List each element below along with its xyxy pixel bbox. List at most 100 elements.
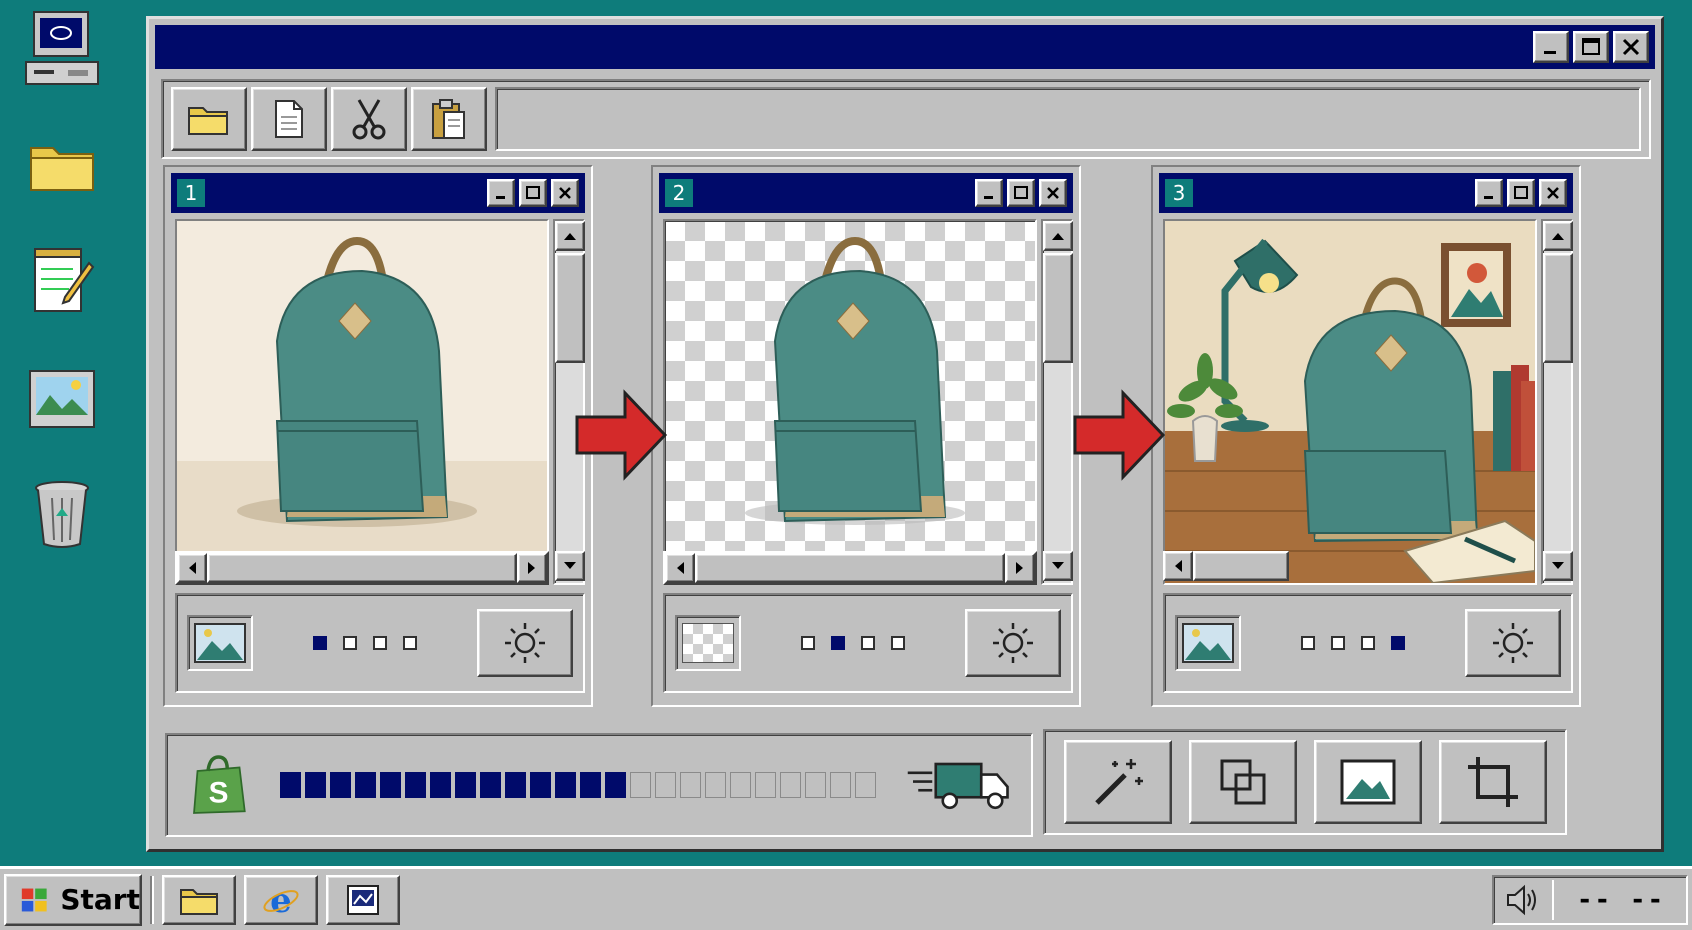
magic-wand-button[interactable] — [1063, 740, 1172, 824]
close-icon — [1622, 38, 1640, 56]
taskbar-image-viewer-button[interactable] — [326, 874, 400, 925]
backpack-cutout-image — [745, 236, 965, 525]
scroll-down-button[interactable] — [555, 551, 585, 581]
scroll-thumb[interactable] — [1043, 253, 1073, 363]
maximize-icon — [1014, 186, 1028, 199]
crop-button[interactable] — [1438, 740, 1547, 824]
scroll-right-button[interactable] — [517, 553, 547, 583]
scroll-thumb[interactable] — [695, 553, 1005, 583]
step-dot[interactable] — [1301, 636, 1315, 650]
layers-icon — [1220, 759, 1265, 805]
scroll-thumb[interactable] — [207, 553, 517, 583]
progress-segment — [430, 772, 451, 798]
progress-segment — [480, 772, 501, 798]
step-dot[interactable] — [831, 636, 845, 650]
step-dot[interactable] — [801, 636, 815, 650]
delivery-truck-icon — [907, 762, 1009, 810]
step-dot[interactable] — [1391, 636, 1405, 650]
panel-minimize-button[interactable] — [487, 179, 515, 207]
scroll-up-button[interactable] — [555, 221, 585, 251]
step-dot[interactable] — [373, 636, 387, 650]
window-titlebar[interactable] — [155, 25, 1655, 69]
panel-close-button[interactable] — [551, 179, 579, 207]
scroll-left-button[interactable] — [1163, 551, 1193, 581]
transparency-thumbnail-button[interactable] — [675, 615, 741, 671]
scroll-thumb[interactable] — [1193, 551, 1289, 581]
arrow-left-icon — [189, 562, 196, 574]
step-indicator — [253, 636, 477, 650]
close-button[interactable] — [1613, 31, 1649, 63]
arrow-up-icon — [1052, 233, 1064, 240]
progress-segment — [705, 772, 726, 798]
panel-3: 3 — [1151, 165, 1581, 707]
panel-close-button[interactable] — [1039, 179, 1067, 207]
step-dot[interactable] — [861, 636, 875, 650]
panel-2-titlebar[interactable]: 2 — [659, 173, 1073, 213]
panel-close-button[interactable] — [1539, 179, 1567, 207]
volume-icon[interactable] — [1504, 884, 1540, 916]
vertical-scrollbar[interactable] — [1041, 219, 1073, 585]
new-document-button[interactable] — [251, 87, 327, 151]
panel-3-titlebar[interactable]: 3 — [1159, 173, 1573, 213]
layers-button[interactable] — [1188, 740, 1297, 824]
start-button[interactable]: Start — [4, 873, 142, 926]
open-folder-button[interactable] — [171, 87, 247, 151]
progress-segment — [355, 772, 376, 798]
next-step-arrow-icon — [1073, 389, 1166, 481]
horizontal-scrollbar[interactable] — [1163, 551, 1537, 585]
panel-minimize-button[interactable] — [1475, 179, 1503, 207]
arrow-left-icon — [677, 562, 684, 574]
panel-1-titlebar[interactable]: 1 — [171, 173, 585, 213]
step-dot[interactable] — [403, 636, 417, 650]
tray-separator — [1552, 879, 1554, 920]
panel-maximize-button[interactable] — [1007, 179, 1035, 207]
progress-segment — [630, 772, 651, 798]
notepad-icon[interactable] — [22, 240, 102, 320]
taskbar-browser-button[interactable]: e — [244, 874, 318, 925]
maximize-icon — [526, 186, 540, 199]
my-computer-icon[interactable] — [22, 8, 102, 88]
panel-footer — [663, 593, 1073, 693]
cut-button[interactable] — [331, 87, 407, 151]
scroll-down-button[interactable] — [1543, 551, 1573, 581]
scroll-left-button[interactable] — [177, 553, 207, 583]
image-thumbnail-button[interactable] — [1175, 615, 1241, 671]
recycle-bin-icon[interactable] — [22, 474, 102, 554]
panel-minimize-button[interactable] — [975, 179, 1003, 207]
scroll-thumb[interactable] — [1543, 253, 1573, 363]
sun-icon — [993, 623, 1033, 663]
step-dot[interactable] — [343, 636, 357, 650]
minimize-button[interactable] — [1533, 31, 1569, 63]
panel-maximize-button[interactable] — [1507, 179, 1535, 207]
step-dot[interactable] — [1331, 636, 1345, 650]
horizontal-scrollbar[interactable] — [663, 551, 1037, 585]
paste-button[interactable] — [411, 87, 487, 151]
maximize-button[interactable] — [1573, 31, 1609, 63]
step-dot[interactable] — [1361, 636, 1375, 650]
step-dot[interactable] — [891, 636, 905, 650]
picture-icon[interactable] — [22, 360, 102, 440]
folder-icon[interactable] — [22, 126, 102, 206]
scroll-thumb[interactable] — [555, 253, 585, 363]
image-thumbnail-button[interactable] — [187, 615, 253, 671]
horizontal-scrollbar[interactable] — [175, 551, 549, 585]
scroll-up-button[interactable] — [1543, 221, 1573, 251]
system-tray: -- -- — [1492, 874, 1688, 925]
scroll-down-button[interactable] — [1043, 551, 1073, 581]
brightness-button[interactable] — [1465, 609, 1561, 677]
scroll-right-button[interactable] — [1005, 553, 1035, 583]
vertical-scrollbar[interactable] — [1541, 219, 1573, 585]
start-label: Start — [60, 883, 140, 916]
panel-number: 2 — [665, 179, 693, 207]
image-button[interactable] — [1313, 740, 1422, 824]
scroll-left-button[interactable] — [665, 553, 695, 583]
step-dot[interactable] — [313, 636, 327, 650]
brightness-button[interactable] — [477, 609, 573, 677]
taskbar-folder-button[interactable] — [162, 874, 236, 925]
brightness-button[interactable] — [965, 609, 1061, 677]
panel-maximize-button[interactable] — [519, 179, 547, 207]
arrow-right-icon — [528, 562, 535, 574]
backpack-original-image — [177, 221, 547, 551]
scroll-up-button[interactable] — [1043, 221, 1073, 251]
shopify-bag-icon: S — [193, 755, 246, 814]
